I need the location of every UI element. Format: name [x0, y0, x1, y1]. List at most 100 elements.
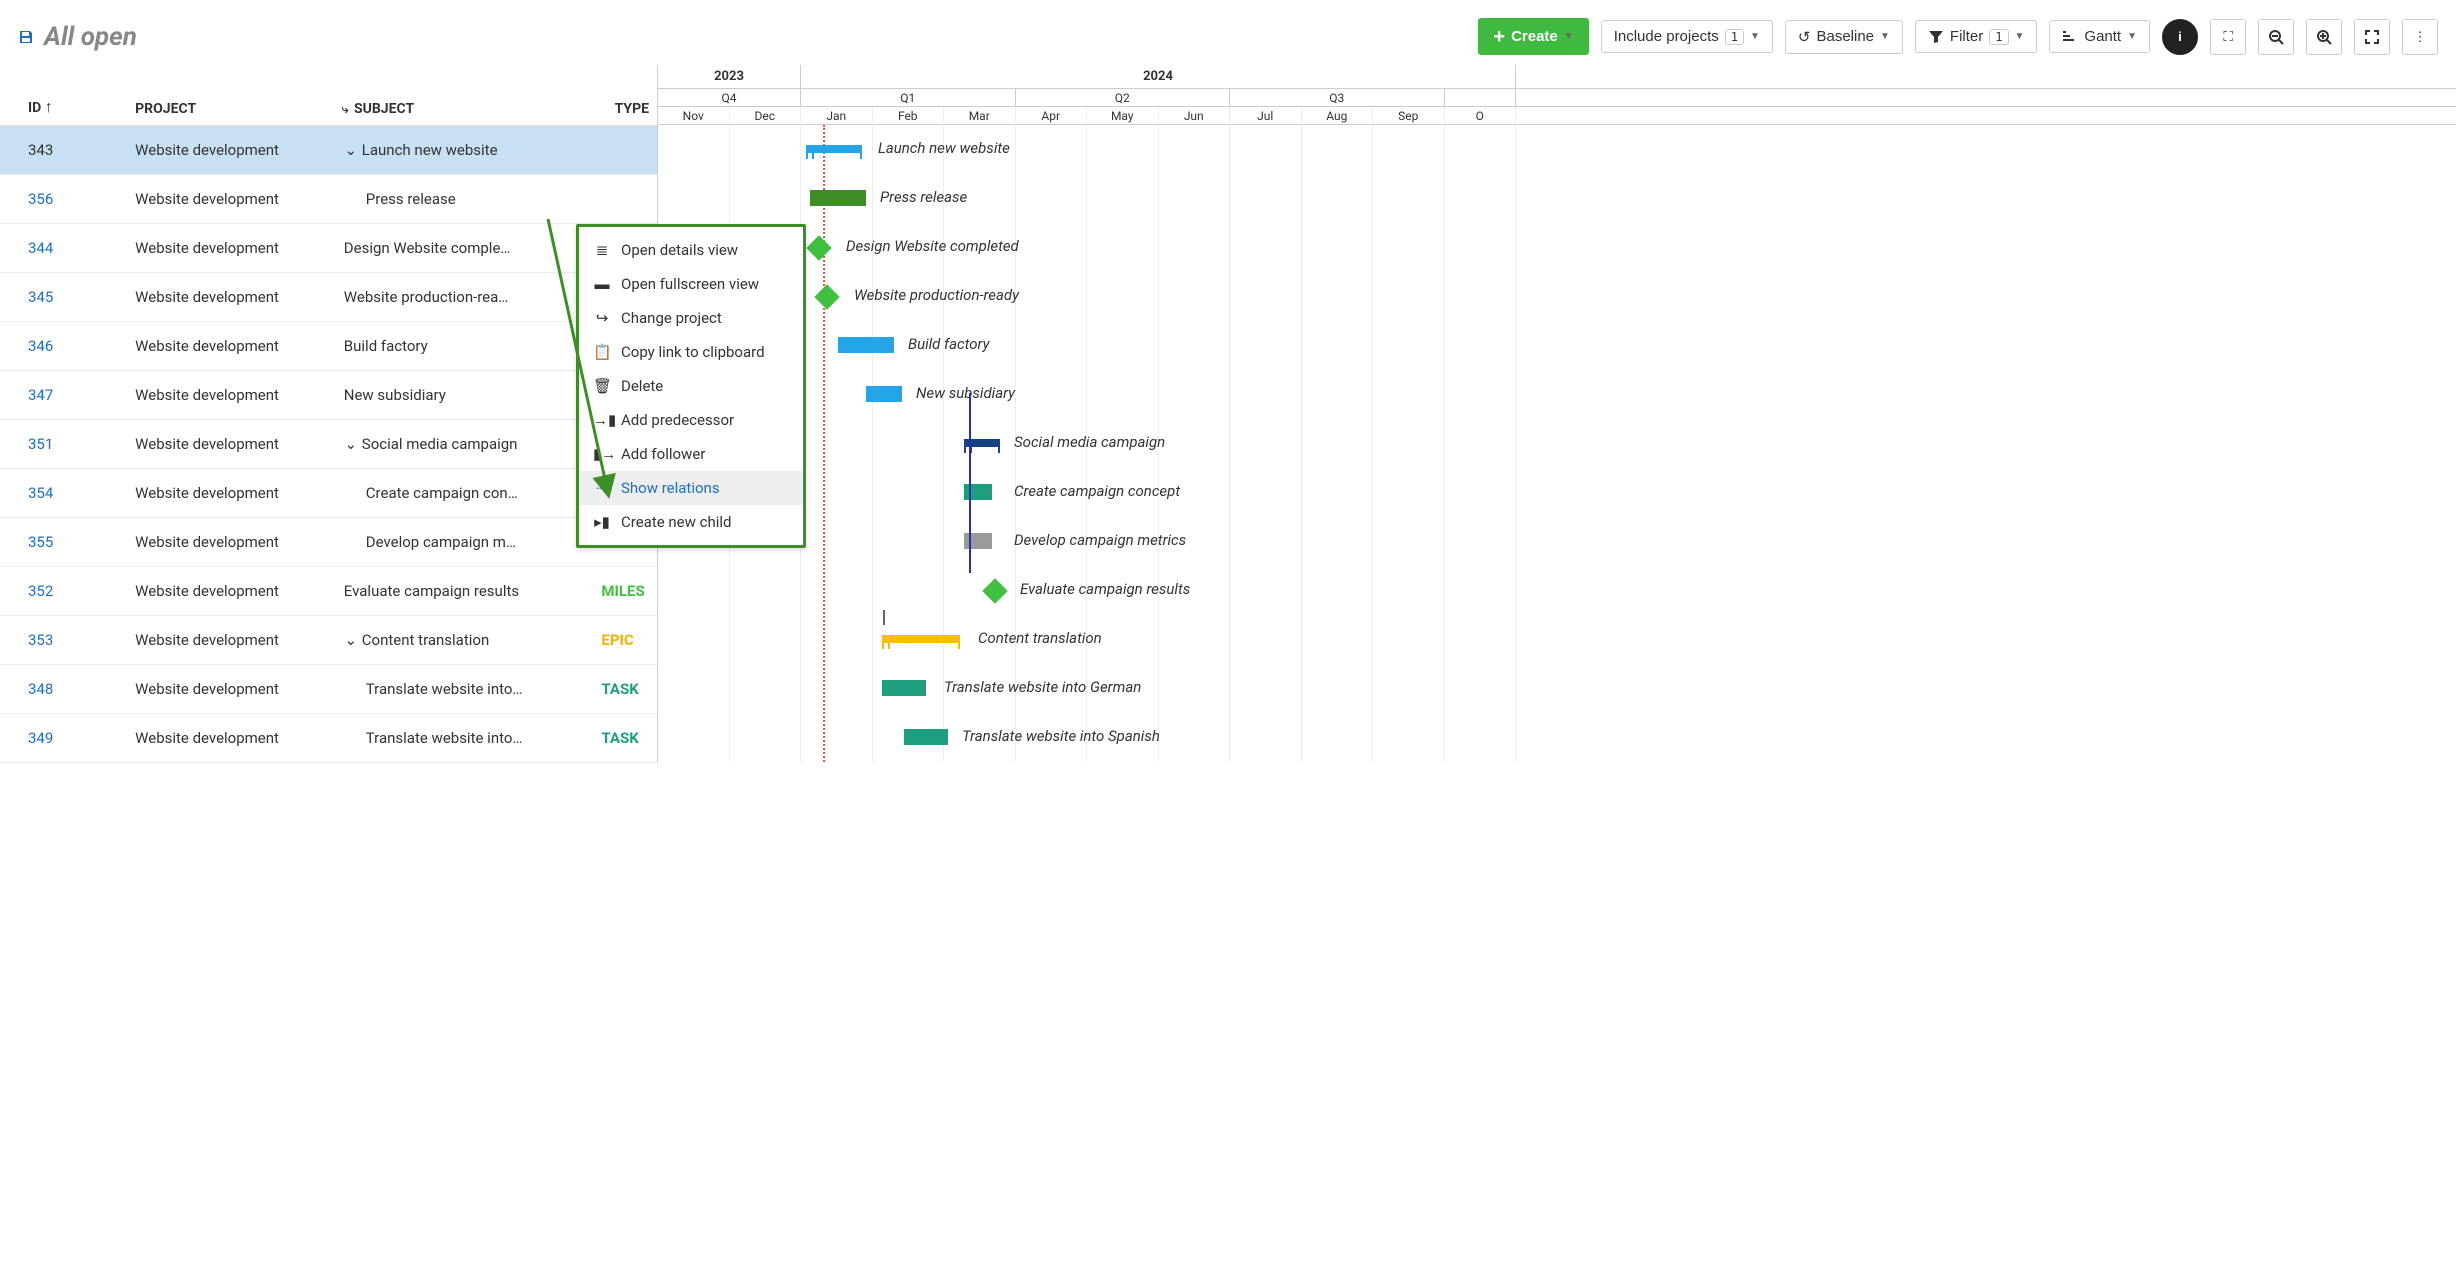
table-row[interactable]: 347Website developmentNew subsidiary: [0, 370, 657, 419]
gantt-task-bar[interactable]: [810, 190, 866, 206]
gantt-row[interactable]: Content translation: [658, 615, 2456, 664]
table-row[interactable]: 343Website development⌄Launch new websit…: [0, 125, 657, 174]
subject-cell[interactable]: Press release: [334, 174, 594, 223]
more-menu-button[interactable]: ⋮: [2402, 19, 2438, 55]
gantt-view-button[interactable]: Gantt ▼: [2049, 20, 2150, 53]
subject-cell[interactable]: Website production-rea…: [334, 272, 594, 321]
gantt-task-bar[interactable]: [964, 484, 992, 500]
subject-cell[interactable]: ⌄Content translation: [334, 615, 594, 664]
menu-item-copy-link[interactable]: 📋Copy link to clipboard: [579, 335, 803, 369]
expand-toggle-icon[interactable]: ⌄: [344, 435, 358, 453]
gantt-milestone[interactable]: [806, 235, 831, 260]
work-package-id[interactable]: 353: [0, 615, 127, 664]
work-package-table: ID ↑ PROJECT ⤷ SUBJECT TYPE 343Website d…: [0, 65, 657, 763]
table-row[interactable]: 345Website developmentWebsite production…: [0, 272, 657, 321]
menu-item-label: Change project: [621, 309, 722, 327]
gantt-task-bar[interactable]: [882, 680, 926, 696]
create-button[interactable]: + Create ▼: [1478, 18, 1588, 55]
info-icon-button[interactable]: i: [2162, 19, 2198, 55]
gantt-task-bar[interactable]: [866, 386, 902, 402]
gantt-row[interactable]: Launch new website: [658, 125, 2456, 174]
table-row[interactable]: 346Website developmentBuild factory: [0, 321, 657, 370]
expand-toggle-icon[interactable]: ⌄: [344, 141, 358, 159]
work-package-id[interactable]: 356: [0, 174, 127, 223]
include-projects-button[interactable]: Include projects 1 ▼: [1601, 20, 1773, 53]
menu-item-open-fullscreen[interactable]: ▬Open fullscreen view: [579, 267, 803, 301]
work-package-id[interactable]: 352: [0, 566, 127, 615]
menu-item-add-follower[interactable]: ▮→Add follower: [579, 437, 803, 471]
work-package-id[interactable]: 355: [0, 517, 127, 566]
gantt-task-bar[interactable]: [904, 729, 948, 745]
plus-icon: +: [1493, 30, 1505, 44]
table-row[interactable]: 356Website developmentPress release: [0, 174, 657, 223]
gantt-row[interactable]: Evaluate campaign results: [658, 566, 2456, 615]
expand-toggle-icon[interactable]: ⌄: [344, 631, 358, 649]
zoom-out-icon: [2268, 29, 2284, 45]
work-package-id[interactable]: 346: [0, 321, 127, 370]
subject-cell[interactable]: Evaluate campaign results: [334, 566, 594, 615]
gantt-row[interactable]: New subsidiary: [658, 370, 2456, 419]
work-package-id[interactable]: 348: [0, 664, 127, 713]
subject-cell[interactable]: Design Website comple…: [334, 223, 594, 272]
gantt-task-bar[interactable]: [838, 337, 894, 353]
column-header-id[interactable]: ID ↑: [0, 65, 127, 125]
subject-cell[interactable]: Translate website into…: [334, 664, 594, 713]
work-package-id[interactable]: 344: [0, 223, 127, 272]
gantt-row[interactable]: Website production-ready: [658, 272, 2456, 321]
work-package-id[interactable]: 345: [0, 272, 127, 321]
subject-cell[interactable]: ⌄Launch new website: [334, 125, 594, 174]
filter-button[interactable]: Filter 1 ▼: [1915, 20, 2037, 53]
menu-item-add-predecessor[interactable]: →▮Add predecessor: [579, 403, 803, 437]
work-package-id[interactable]: 347: [0, 370, 127, 419]
subject-cell[interactable]: Build factory: [334, 321, 594, 370]
table-row[interactable]: 351Website development⌄Social media camp…: [0, 419, 657, 468]
work-package-id[interactable]: 343: [0, 125, 127, 174]
work-package-id[interactable]: 349: [0, 713, 127, 762]
column-header-project[interactable]: PROJECT: [127, 65, 334, 125]
table-row[interactable]: 344Website developmentDesign Website com…: [0, 223, 657, 272]
save-icon[interactable]: [18, 29, 34, 45]
gantt-group-bar[interactable]: [964, 439, 1000, 447]
gantt-task-bar[interactable]: [964, 533, 992, 549]
column-header-subject[interactable]: ⤷ SUBJECT: [334, 65, 594, 125]
gantt-row[interactable]: Social media campaign: [658, 419, 2456, 468]
subject-cell[interactable]: Create campaign con…: [334, 468, 594, 517]
zoom-auto-button[interactable]: [2354, 19, 2390, 55]
subject-cell[interactable]: New subsidiary: [334, 370, 594, 419]
subject-cell[interactable]: Develop campaign m…: [334, 517, 594, 566]
gantt-row[interactable]: Build factory: [658, 321, 2456, 370]
menu-item-create-child[interactable]: ▸▮Create new child: [579, 505, 803, 539]
menu-item-change-project[interactable]: ↪Change project: [579, 301, 803, 335]
table-row[interactable]: 349Website developmentTranslate website …: [0, 713, 657, 762]
table-row[interactable]: 355Website developmentDevelop campaign m…: [0, 517, 657, 566]
zen-mode-button[interactable]: ⛶: [2210, 19, 2246, 55]
gantt-row[interactable]: Develop campaign metrics: [658, 517, 2456, 566]
gantt-milestone[interactable]: [814, 284, 839, 309]
subject-cell[interactable]: Translate website into…: [334, 713, 594, 762]
table-row[interactable]: 354Website developmentCreate campaign co…: [0, 468, 657, 517]
zoom-in-button[interactable]: [2306, 19, 2342, 55]
gantt-row[interactable]: Translate website into Spanish: [658, 713, 2456, 762]
subject-cell[interactable]: ⌄Social media campaign: [334, 419, 594, 468]
table-row[interactable]: 353Website development⌄Content translati…: [0, 615, 657, 664]
menu-item-open-details[interactable]: ≣Open details view: [579, 233, 803, 267]
work-package-id[interactable]: 354: [0, 468, 127, 517]
gantt-body[interactable]: Launch new websitePress releaseDesign We…: [658, 125, 2456, 762]
timeline-month: Dec: [730, 107, 802, 125]
gantt-row[interactable]: Press release: [658, 174, 2456, 223]
gantt-row[interactable]: Design Website completed: [658, 223, 2456, 272]
gantt-group-bar[interactable]: [806, 145, 862, 153]
type-cell: TASK: [593, 713, 657, 762]
work-package-id[interactable]: 351: [0, 419, 127, 468]
gantt-milestone[interactable]: [982, 578, 1007, 603]
zoom-out-button[interactable]: [2258, 19, 2294, 55]
gantt-row[interactable]: Translate website into German: [658, 664, 2456, 713]
menu-item-show-relations[interactable]: ⇢Show relations: [579, 471, 803, 505]
baseline-button[interactable]: ↺ Baseline ▼: [1785, 20, 1903, 54]
gantt-group-bar[interactable]: [882, 635, 960, 643]
table-row[interactable]: 352Website developmentEvaluate campaign …: [0, 566, 657, 615]
column-header-type[interactable]: TYPE: [593, 65, 657, 125]
table-row[interactable]: 348Website developmentTranslate website …: [0, 664, 657, 713]
menu-item-delete[interactable]: 🗑Delete: [579, 369, 803, 403]
gantt-row[interactable]: Create campaign concept: [658, 468, 2456, 517]
